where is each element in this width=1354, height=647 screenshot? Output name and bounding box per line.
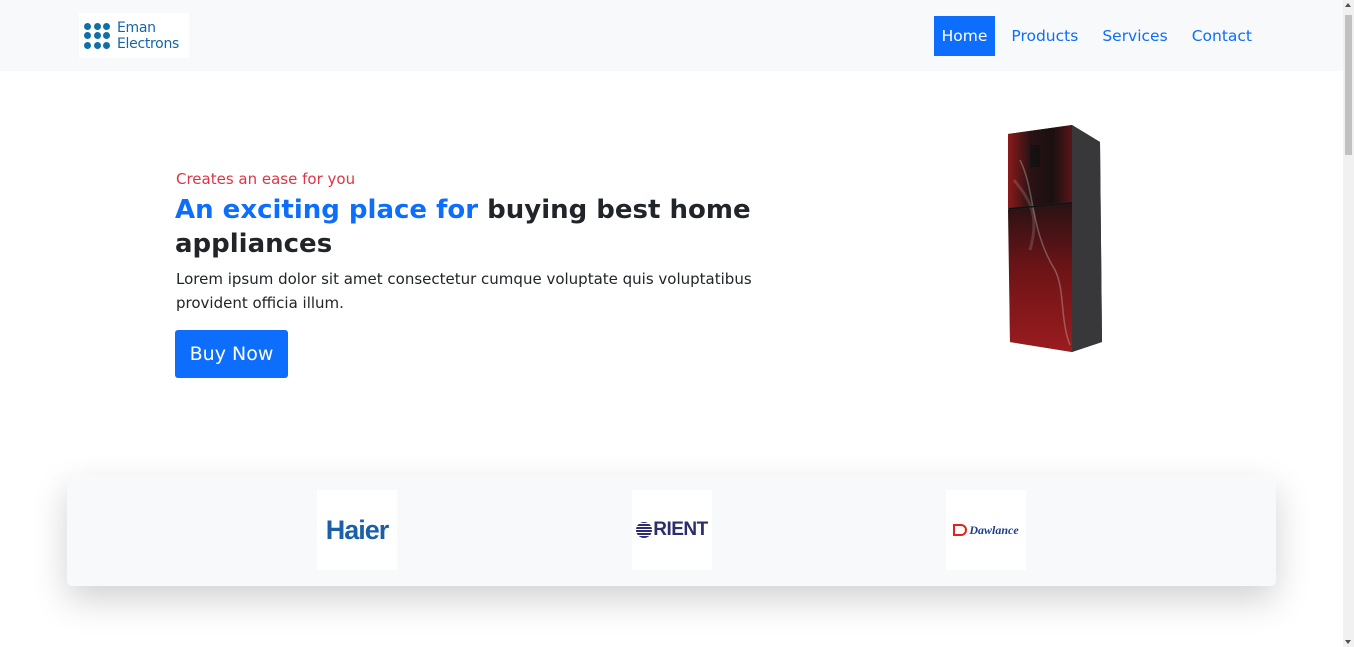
brand-name: Eman Electrons: [117, 20, 179, 52]
hero-description: Lorem ipsum dolor sit amet consectetur c…: [176, 270, 752, 312]
main-nav: Home Products Services Contact: [933, 16, 1260, 56]
nav-products[interactable]: Products: [1003, 16, 1086, 56]
haier-logo-text: Haier: [325, 514, 390, 545]
vertical-scrollbar[interactable]: [1343, 0, 1354, 647]
dawlance-logo[interactable]: Dawlance: [946, 490, 1026, 570]
buy-now-button[interactable]: Buy Now: [175, 330, 288, 378]
scroll-up-icon[interactable]: [1345, 3, 1351, 7]
nav-services[interactable]: Services: [1094, 16, 1175, 56]
orient-logo-text: RIENT: [636, 519, 708, 541]
dawlance-mark-icon: [953, 524, 968, 536]
orient-logo-letters: RIENT: [653, 519, 708, 540]
dawlance-logo-group: Dawlance: [953, 522, 1019, 538]
orient-logo[interactable]: RIENT: [632, 490, 712, 570]
hero-kicker: Creates an ease for you: [176, 170, 356, 188]
navbar: Eman Electrons Home Products Services Co…: [0, 0, 1343, 71]
brand-name-line2: Electrons: [117, 35, 180, 52]
brand-dots-icon: [84, 22, 110, 49]
brand-logo[interactable]: Eman Electrons: [79, 13, 189, 58]
refrigerator-image: [1007, 125, 1102, 352]
hero-title-accent: An exciting place for: [175, 195, 479, 225]
hero-title: An exciting place for buying best home a…: [175, 193, 815, 261]
nav-contact[interactable]: Contact: [1184, 16, 1260, 56]
haier-logo[interactable]: Haier: [317, 490, 397, 570]
orient-o-icon: [636, 522, 653, 538]
brand-name-line1: Eman: [117, 19, 156, 36]
nav-home[interactable]: Home: [933, 16, 996, 56]
scroll-thumb[interactable]: [1345, 15, 1352, 155]
scroll-down-icon[interactable]: [1345, 640, 1351, 644]
brands-strip: Haier RIENT Dawlance: [67, 475, 1276, 586]
dawlance-logo-text: Dawlance: [969, 522, 1019, 537]
